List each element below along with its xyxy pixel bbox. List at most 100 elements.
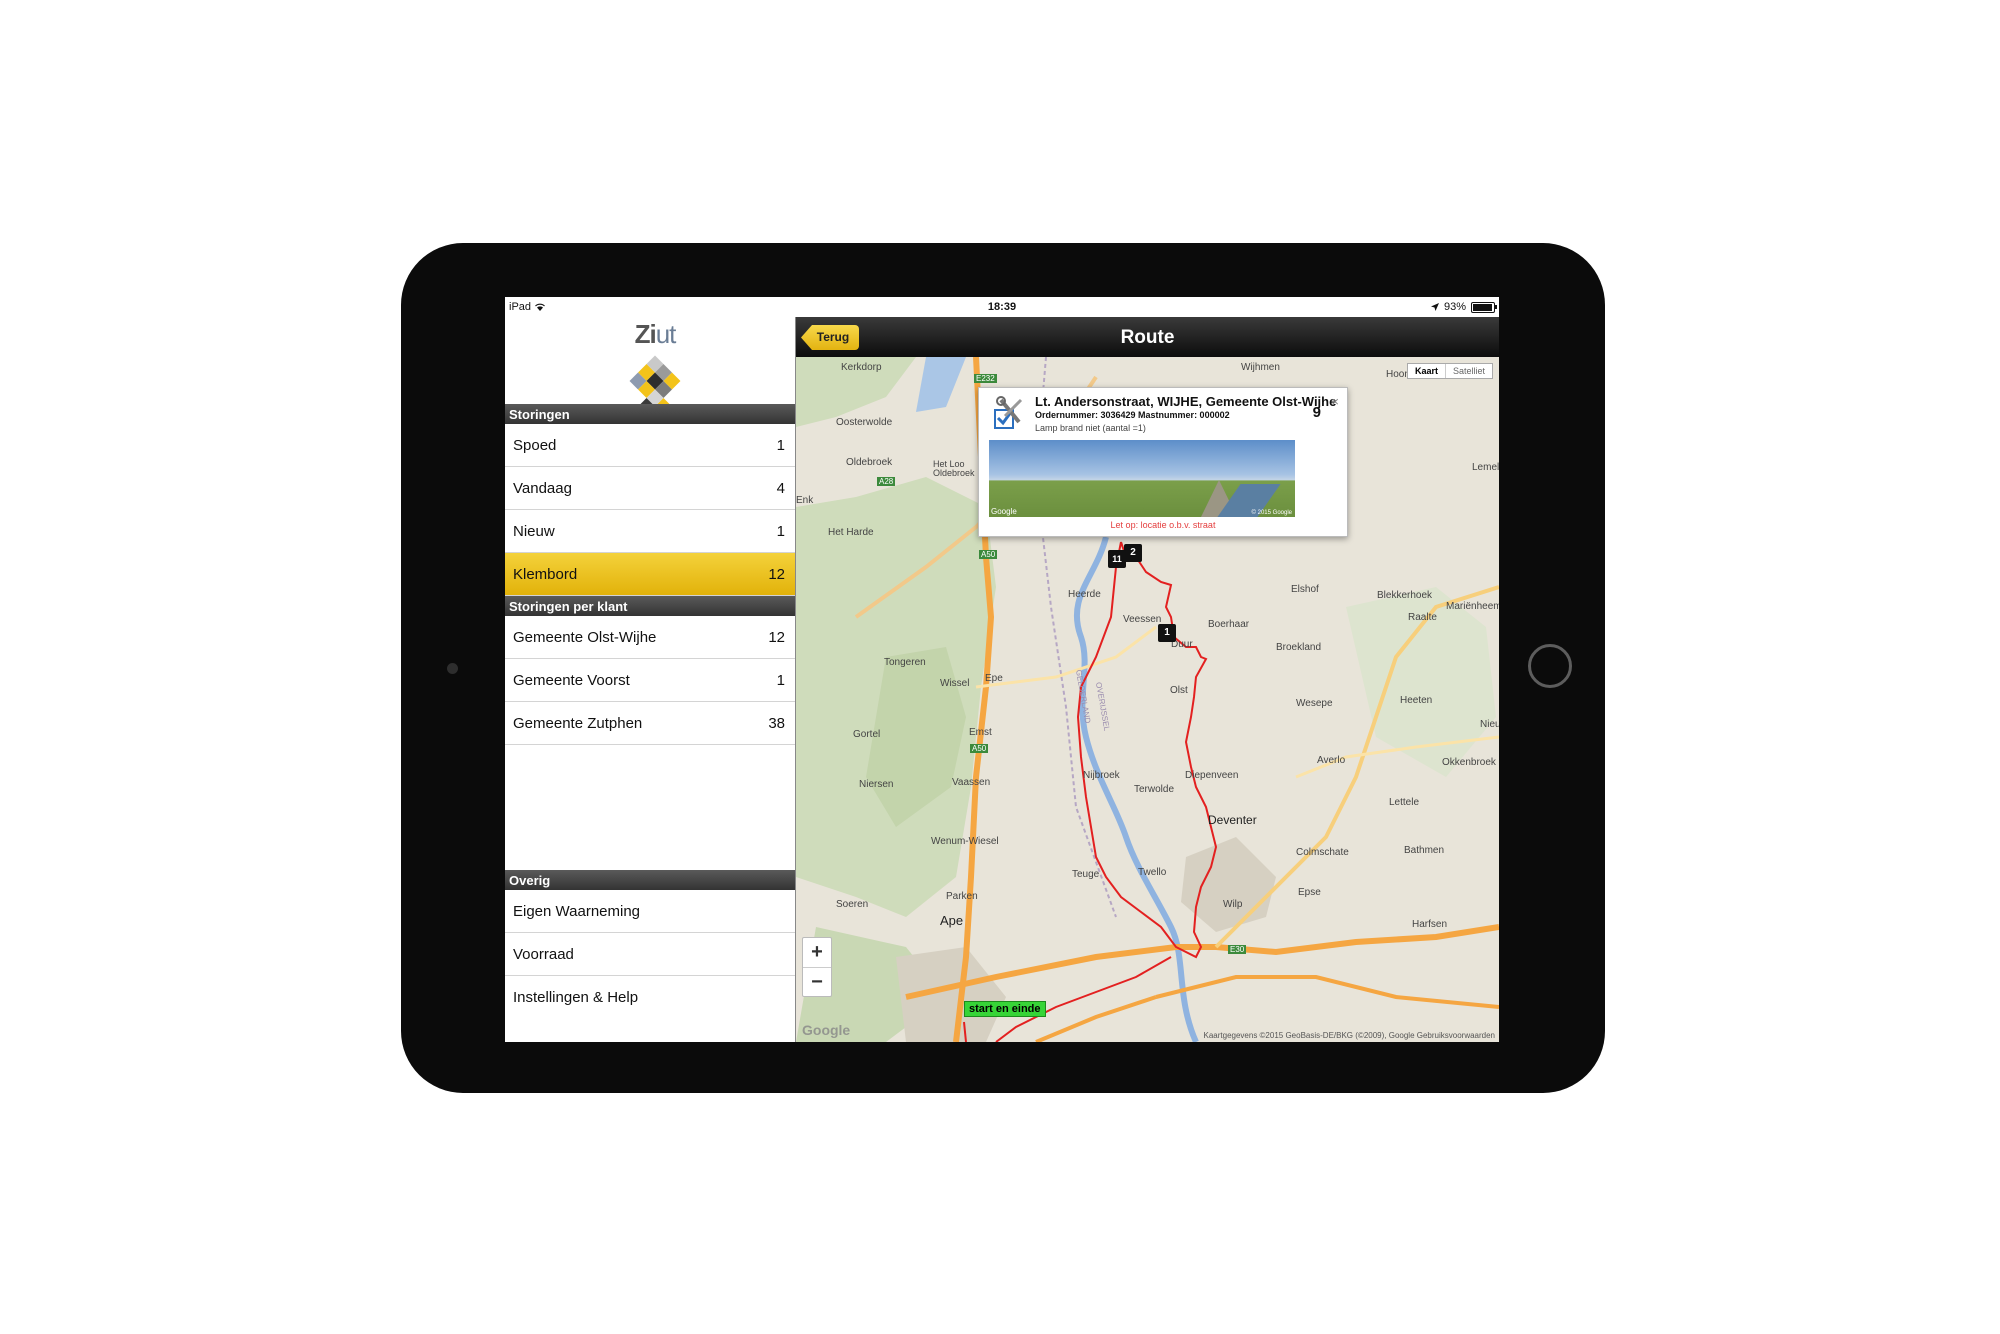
place-label: Wissel — [940, 678, 970, 689]
place-label: Colmschate — [1296, 847, 1349, 858]
place-label: Boerhaar — [1208, 619, 1250, 630]
sidebar-item-label: Instellingen & Help — [513, 989, 639, 1006]
sidebar-item-count: 4 — [776, 480, 785, 497]
location-warning: Let op: locatie o.b.v. straat — [1110, 520, 1216, 530]
home-button[interactable] — [1528, 644, 1572, 688]
road-shield-a28: A28 — [877, 477, 896, 486]
place-label: Raalte — [1408, 612, 1437, 623]
map-type-control: Kaart Satelliet — [1406, 363, 1493, 379]
route-pane: Terug Route E232 A28 A50 A50 E30 Kerkdor… — [796, 317, 1499, 1042]
sidebar-item-voorst[interactable]: Gemeente Voorst 1 — [505, 659, 795, 702]
place-label: Oosterwolde — [836, 417, 893, 428]
street-view-photo[interactable]: Google © 2015 Google — [989, 440, 1295, 517]
map-type-kaart[interactable]: Kaart — [1408, 364, 1446, 378]
sidebar-item-label: Gemeente Olst-Wijhe — [513, 629, 657, 646]
navigation-bar: Terug Route — [796, 317, 1499, 357]
sidebar-item-label: Eigen Waarneming — [513, 903, 641, 920]
road-shield-a50: A50 — [970, 744, 989, 753]
place-label: Wijhmen — [1241, 362, 1280, 373]
zoom-out-button[interactable]: − — [803, 968, 831, 997]
sidebar-item-vandaag[interactable]: Vandaag 4 — [505, 467, 795, 510]
sidebar-item-label: Vandaag — [513, 480, 572, 497]
place-label: Broekland — [1276, 642, 1322, 653]
sidebar-item-voorraad[interactable]: Voorraad — [505, 933, 795, 976]
sidebar-item-olst-wijhe[interactable]: Gemeente Olst-Wijhe 12 — [505, 616, 795, 659]
place-label: Lemele — [1472, 462, 1499, 473]
screen: iPad 18:39 93% Ziut Storingen Spoed 1 Va… — [505, 297, 1499, 1042]
map[interactable]: E232 A28 A50 A50 E30 Kerkdorp Wijhmen Ho… — [796, 357, 1499, 1042]
place-label: Niersen — [859, 779, 894, 790]
page-title: Route — [1120, 327, 1175, 348]
place-label: Averlo — [1317, 755, 1346, 766]
road-shield-e232: E232 — [974, 374, 997, 383]
route-marker[interactable]: 2 — [1124, 544, 1142, 562]
sidebar-item-label: Gemeente Zutphen — [513, 715, 643, 732]
sidebar: Ziut Storingen Spoed 1 Vandaag 4 Nieuw 1… — [505, 317, 796, 1042]
place-label: Epse — [1298, 887, 1321, 898]
sidebar-item-instellingen[interactable]: Instellingen & Help — [505, 976, 795, 1019]
status-bar: iPad 18:39 93% — [505, 297, 1499, 317]
section-header-overig: Overig — [505, 870, 795, 890]
map-type-satelliet[interactable]: Satelliet — [1446, 364, 1492, 378]
place-label: Wilp — [1223, 899, 1243, 910]
place-label: Lettele — [1389, 797, 1420, 808]
zoom-in-button[interactable]: + — [803, 938, 831, 968]
place-label: Emst — [969, 727, 992, 738]
close-icon[interactable]: × — [1331, 394, 1339, 409]
place-label: Olst — [1170, 685, 1188, 696]
place-label: Deventer — [1208, 813, 1257, 827]
place-label: Heeten — [1400, 695, 1433, 706]
sidebar-item-label: Spoed — [513, 437, 557, 454]
info-description: Lamp brand niet (aantal =1) — [1035, 423, 1146, 433]
battery-icon — [1471, 301, 1497, 313]
place-label: Heerde — [1068, 589, 1101, 600]
place-label: Wenum-Wiesel — [931, 836, 999, 847]
place-label: Elshof — [1291, 584, 1319, 595]
route-marker[interactable]: 11 — [1108, 550, 1126, 568]
place-label: Nijbroek — [1083, 770, 1120, 781]
section-header-storingen-per-klant: Storingen per klant — [505, 596, 795, 616]
info-number: 9 — [1312, 404, 1321, 421]
place-label: Epe — [985, 673, 1003, 684]
sidebar-item-label: Gemeente Voorst — [513, 672, 630, 689]
place-label: Gortel — [853, 729, 881, 740]
place-label: Kerkdorp — [841, 362, 882, 373]
place-label: Wesepe — [1296, 698, 1333, 709]
section-header-storingen: Storingen — [505, 404, 795, 424]
sidebar-item-zutphen[interactable]: Gemeente Zutphen 38 — [505, 702, 795, 745]
info-window: Lt. Andersonstraat, WIJHE, Gemeente Olst… — [978, 387, 1348, 537]
camera — [447, 663, 458, 674]
sidebar-item-eigen-waarneming[interactable]: Eigen Waarneming — [505, 890, 795, 933]
place-label: Oldebroek — [846, 457, 893, 468]
sidebar-item-count: 12 — [768, 566, 785, 583]
sidebar-item-klembord[interactable]: Klembord 12 — [505, 553, 795, 596]
place-label: Harfsen — [1412, 919, 1448, 930]
place-label: Bathmen — [1404, 845, 1445, 856]
sidebar-item-nieuw[interactable]: Nieuw 1 — [505, 510, 795, 553]
start-end-label[interactable]: start en einde — [964, 1001, 1046, 1017]
place-label: Veessen — [1123, 614, 1162, 625]
info-order-meta: Ordernummer: 3036429 Mastnummer: 000002 — [1035, 410, 1230, 420]
place-label: Ape — [940, 913, 964, 928]
place-label: Okkenbroek — [1442, 757, 1496, 768]
place-label: Teuge — [1072, 869, 1100, 880]
road-shield-e30: E30 — [1228, 945, 1247, 954]
zoom-control: + − — [802, 937, 832, 997]
clock: 18:39 — [987, 301, 1017, 313]
place-label: Blekkerhoek — [1377, 590, 1433, 601]
sidebar-item-spoed[interactable]: Spoed 1 — [505, 424, 795, 467]
location-arrow-icon — [1430, 303, 1439, 311]
place-label: Diepenveen — [1185, 770, 1239, 781]
sidebar-item-count: 1 — [776, 437, 785, 454]
place-label: Parken — [946, 891, 978, 902]
sidebar-item-label: Nieuw — [513, 523, 555, 540]
map-attribution[interactable]: Kaartgegevens ©2015 GeoBasis-DE/BKG (©20… — [1204, 1031, 1496, 1040]
place-label: Nieu — [1480, 719, 1499, 730]
ziut-logo: Ziut — [610, 317, 700, 417]
sidebar-item-count: 38 — [768, 715, 785, 732]
road-shield-a50: A50 — [979, 550, 998, 559]
route-marker[interactable]: 1 — [1158, 624, 1176, 642]
sidebar-item-count: 12 — [768, 629, 785, 646]
battery-percent: 93% — [1443, 301, 1466, 313]
place-label: Het Harde — [828, 527, 874, 538]
